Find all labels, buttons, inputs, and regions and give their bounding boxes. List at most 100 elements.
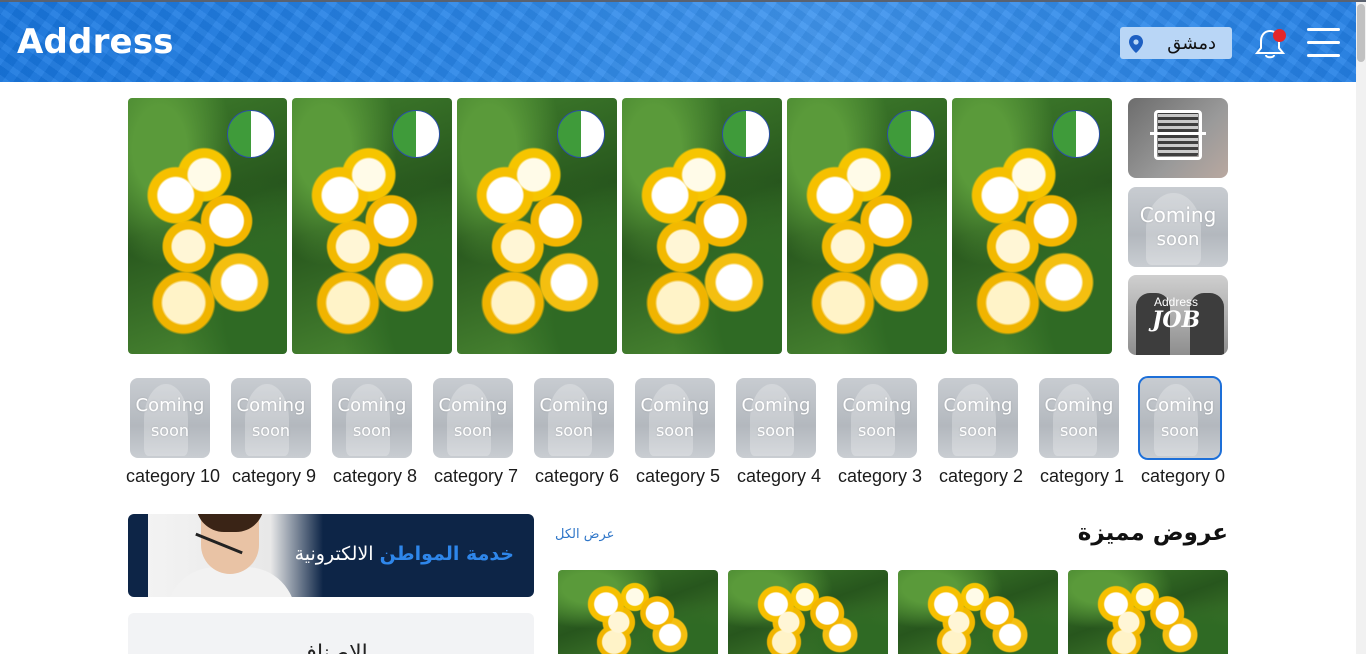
job-label: JOB <box>1152 307 1201 333</box>
coming-text: Coming <box>1139 203 1217 227</box>
category-item[interactable]: Coming soon category 8 <box>331 378 421 488</box>
offer-card[interactable] <box>728 570 888 654</box>
flag-badge <box>1052 110 1100 158</box>
coming-text: Coming <box>741 395 811 416</box>
coming-soon-tile[interactable]: Coming soon <box>1128 187 1228 267</box>
menu-line <box>1307 28 1340 31</box>
slider-card[interactable] <box>952 98 1112 354</box>
category-label: category 8 <box>332 466 418 486</box>
category-thumbnail[interactable]: Coming soon <box>433 378 513 458</box>
coming-text: Coming <box>842 395 912 416</box>
category-label: category 6 <box>534 466 620 486</box>
coming-text: Coming <box>135 395 205 416</box>
soon-text: soon <box>554 421 594 440</box>
category-label: category 7 <box>433 466 519 486</box>
soon-text: soon <box>453 421 493 440</box>
coming-text: Coming <box>1044 395 1114 416</box>
coming-text: Coming <box>438 395 508 416</box>
support-agent-image <box>156 514 304 597</box>
category-thumbnail[interactable]: Coming soon <box>130 378 210 458</box>
soon-text: soon <box>857 421 897 440</box>
app-logo[interactable]: Address <box>17 22 174 62</box>
menu-line <box>1307 41 1340 44</box>
category-thumbnail[interactable]: Coming soon <box>1039 378 1119 458</box>
category-item[interactable]: Coming soon category 9 <box>230 378 320 488</box>
category-item[interactable]: Coming soon category 10 <box>126 378 220 488</box>
soon-text: soon <box>655 421 695 440</box>
coming-text: Coming <box>943 395 1013 416</box>
category-thumbnail[interactable]: Coming soon <box>837 378 917 458</box>
map-pin-icon <box>1129 35 1143 53</box>
offer-card[interactable] <box>898 570 1058 654</box>
flag-badge <box>887 110 935 158</box>
page-scrollbar[interactable] <box>1356 2 1366 654</box>
category-thumbnail[interactable]: Coming soon <box>1138 376 1222 460</box>
coming-text: Coming <box>236 395 306 416</box>
soon-text: soon <box>756 421 796 440</box>
banner-rest: الالكترونية <box>294 543 374 565</box>
qr-scan-tile[interactable] <box>1128 98 1228 178</box>
soon-text: soon <box>251 421 291 440</box>
offer-card[interactable] <box>1068 570 1228 654</box>
banner-text: خدمة المواطن الالكترونية <box>295 543 514 565</box>
category-item[interactable]: Coming soon category 3 <box>836 378 926 488</box>
category-item[interactable]: Coming soon category 4 <box>735 378 825 488</box>
category-label: category 0 <box>1140 466 1226 486</box>
app-header: Address دمشق <box>0 2 1356 82</box>
slider-card[interactable] <box>622 98 782 354</box>
soon-text: soon <box>1160 421 1200 440</box>
featured-offers-title: عروض مميزة <box>1077 520 1228 546</box>
category-label: category 3 <box>837 466 923 486</box>
category-label: category 1 <box>1039 466 1125 486</box>
category-label: category 9 <box>231 466 317 486</box>
citizen-service-banner[interactable]: خدمة المواطن الالكترونية <box>128 514 534 597</box>
coming-text: Coming <box>640 395 710 416</box>
categories-panel-title: الاصناف <box>294 641 368 654</box>
soon-text: soon <box>150 421 190 440</box>
soon-text: soon <box>958 421 998 440</box>
flag-badge <box>557 110 605 158</box>
flag-badge <box>392 110 440 158</box>
view-all-link[interactable]: عرض الكل <box>555 527 614 542</box>
category-thumbnail[interactable]: Coming soon <box>736 378 816 458</box>
category-item[interactable]: Coming soon category 7 <box>432 378 522 488</box>
category-label: category 10 <box>125 466 221 486</box>
slider-card[interactable] <box>457 98 617 354</box>
coming-text: Coming <box>539 395 609 416</box>
job-tile[interactable]: Address JOB <box>1128 275 1228 355</box>
categories-panel: الاصناف <box>128 613 534 654</box>
notification-dot <box>1273 29 1286 42</box>
category-thumbnail[interactable]: Coming soon <box>635 378 715 458</box>
slider-card[interactable] <box>292 98 452 354</box>
scan-frame-icon <box>1154 110 1202 160</box>
menu-line <box>1307 54 1340 57</box>
category-label: category 2 <box>938 466 1024 486</box>
category-item[interactable]: Coming soon category 1 <box>1038 378 1128 488</box>
category-thumbnail[interactable]: Coming soon <box>534 378 614 458</box>
soon-text: soon <box>352 421 392 440</box>
offer-card[interactable] <box>558 570 718 654</box>
banner-highlight: خدمة المواطن <box>379 543 514 565</box>
hamburger-menu-icon[interactable] <box>1307 27 1341 59</box>
slider-card[interactable] <box>128 98 287 354</box>
category-item[interactable]: Coming soon category 2 <box>937 378 1027 488</box>
category-item[interactable]: Coming soon category 6 <box>533 378 623 488</box>
city-selector[interactable]: دمشق <box>1120 27 1232 59</box>
flag-badge <box>722 110 770 158</box>
city-name: دمشق <box>1167 33 1216 54</box>
soon-text: soon <box>1059 421 1099 440</box>
category-thumbnail[interactable]: Coming soon <box>938 378 1018 458</box>
category-thumbnail[interactable]: Coming soon <box>231 378 311 458</box>
soon-text: soon <box>1156 229 1200 250</box>
category-label: category 4 <box>736 466 822 486</box>
category-thumbnail[interactable]: Coming soon <box>332 378 412 458</box>
coming-text: Coming <box>1145 395 1215 416</box>
category-item[interactable]: Coming soon category 0 <box>1138 376 1229 488</box>
slider-card[interactable] <box>787 98 947 354</box>
category-label: category 5 <box>635 466 721 486</box>
flag-badge <box>227 110 275 158</box>
coming-text: Coming <box>337 395 407 416</box>
scan-line <box>1150 132 1206 135</box>
scrollbar-thumb[interactable] <box>1357 4 1365 62</box>
category-item[interactable]: Coming soon category 5 <box>634 378 724 488</box>
